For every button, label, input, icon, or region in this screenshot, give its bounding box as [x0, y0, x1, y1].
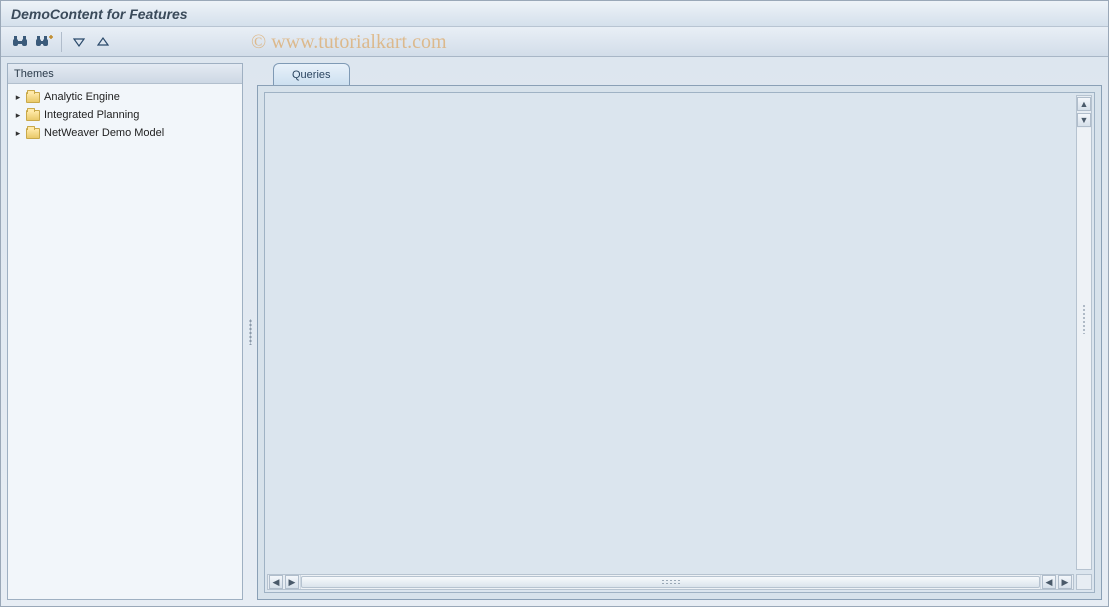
tree-item-label: Analytic Engine [44, 91, 120, 103]
themes-header: Themes [8, 64, 242, 84]
app-window: DemoContent for Features [0, 0, 1109, 607]
tree-item-analytic-engine[interactable]: ▸ Analytic Engine [10, 88, 240, 106]
content-frame: ▲ ▼ ◀ ▶ ◀ ▶ [257, 85, 1102, 600]
page-title: DemoContent for Features [11, 6, 188, 22]
toolbar: © www.tutorialkart.com [1, 27, 1108, 57]
main-panel: Queries ▲ ▼ ◀ ▶ [257, 63, 1102, 600]
find-button[interactable] [9, 31, 31, 53]
folder-icon [26, 110, 40, 121]
binoculars-icon [12, 35, 28, 49]
collapse-all-button[interactable] [92, 31, 114, 53]
hscroll-track[interactable] [300, 575, 1041, 589]
vertical-scrollbar[interactable]: ▲ ▼ [1076, 95, 1092, 570]
find-next-button[interactable] [33, 31, 55, 53]
expand-all-button[interactable] [68, 31, 90, 53]
grip-icon [1082, 304, 1086, 334]
grip-dots-icon [249, 319, 252, 345]
splitter-handle[interactable] [247, 63, 253, 600]
scroll-down-icon[interactable]: ▼ [1077, 113, 1091, 127]
titlebar: DemoContent for Features [1, 1, 1108, 27]
content-inner: ▲ ▼ ◀ ▶ ◀ ▶ [264, 92, 1095, 593]
themes-panel: Themes ▸ Analytic Engine ▸ Integrated Pl… [7, 63, 243, 600]
scroll-corner [1076, 574, 1092, 590]
vscroll-track[interactable] [1077, 128, 1091, 569]
folder-icon [26, 92, 40, 103]
tree-item-netweaver-demo-model[interactable]: ▸ NetWeaver Demo Model [10, 124, 240, 142]
body-area: Themes ▸ Analytic Engine ▸ Integrated Pl… [1, 57, 1108, 606]
horizontal-scrollbar[interactable]: ◀ ▶ ◀ ▶ [267, 574, 1074, 590]
tree-item-label: NetWeaver Demo Model [44, 127, 164, 139]
tabstrip: Queries [257, 63, 1102, 85]
triangle-up-icon [97, 36, 109, 48]
themes-tree: ▸ Analytic Engine ▸ Integrated Planning … [8, 84, 242, 146]
watermark: © www.tutorialkart.com [251, 31, 447, 54]
folder-icon [26, 128, 40, 139]
scroll-up-icon[interactable]: ▲ [1077, 97, 1091, 111]
scroll-right-end-icon[interactable]: ▶ [1058, 575, 1072, 589]
caret-right-icon: ▸ [14, 93, 22, 101]
scroll-right-icon[interactable]: ▶ [285, 575, 299, 589]
toolbar-separator [61, 32, 62, 52]
tab-label: Queries [292, 69, 331, 81]
triangle-down-icon [73, 36, 85, 48]
caret-right-icon: ▸ [14, 111, 22, 119]
hscroll-thumb[interactable] [301, 576, 1040, 588]
grip-icon [661, 579, 681, 585]
tree-item-integrated-planning[interactable]: ▸ Integrated Planning [10, 106, 240, 124]
queries-canvas [265, 93, 1094, 592]
binoculars-plus-icon [35, 35, 53, 49]
scroll-left-icon[interactable]: ◀ [269, 575, 283, 589]
tab-queries[interactable]: Queries [273, 63, 350, 85]
tree-item-label: Integrated Planning [44, 109, 139, 121]
scroll-left-end-icon[interactable]: ◀ [1042, 575, 1056, 589]
caret-right-icon: ▸ [14, 129, 22, 137]
